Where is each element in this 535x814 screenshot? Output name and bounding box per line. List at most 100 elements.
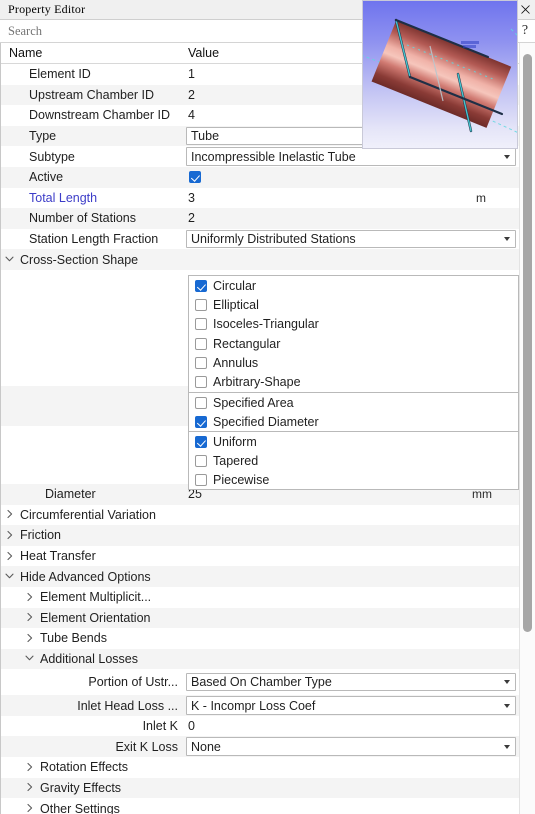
group-value-empty xyxy=(184,608,520,629)
variation-label: Uniform xyxy=(213,434,257,449)
table-row[interactable]: Portion of Ustr... Based On Chamber Type xyxy=(1,669,520,696)
group-element-orientation[interactable]: Element Orientation xyxy=(1,607,520,629)
chevron-right-icon[interactable] xyxy=(23,613,36,622)
table-row[interactable]: Subtype Incompressible Inelastic Tube xyxy=(1,146,520,167)
chevron-down-icon[interactable] xyxy=(23,654,36,663)
group-value-empty xyxy=(184,757,520,778)
table-row[interactable]: Station Length Fraction Uniformly Distri… xyxy=(1,228,520,250)
property-label: Total Length xyxy=(29,190,98,205)
table-row[interactable]: Total Length 3 m xyxy=(1,187,520,209)
group-element-multiplicity[interactable]: Element Multiplicit... xyxy=(1,586,520,608)
chevron-right-icon[interactable] xyxy=(3,551,16,560)
chevron-right-icon[interactable] xyxy=(3,510,16,519)
sizing-option[interactable]: Specified Area xyxy=(189,393,518,412)
chevron-right-icon[interactable] xyxy=(3,530,16,539)
variation-checkbox[interactable] xyxy=(195,474,207,487)
variation-checkbox[interactable] xyxy=(195,435,207,448)
variation-option[interactable]: Piecewise xyxy=(189,471,518,490)
portion-of-upstream-value: Based On Chamber Type xyxy=(191,675,332,690)
variation-option[interactable]: Tapered xyxy=(189,451,518,470)
chevron-right-icon[interactable] xyxy=(23,783,36,792)
group-value-empty xyxy=(184,505,520,526)
station-length-fraction-value: Uniformly Distributed Stations xyxy=(191,232,356,246)
property-value[interactable]: 4 xyxy=(184,108,195,122)
property-label: Downstream Chamber ID xyxy=(29,108,171,123)
tube-body xyxy=(371,20,512,128)
variation-options-panel: Uniform Tapered Piecewise xyxy=(188,431,519,490)
chevron-down-icon[interactable] xyxy=(3,572,16,581)
portion-of-upstream-combobox[interactable]: Based On Chamber Type xyxy=(186,672,516,692)
chevron-right-icon[interactable] xyxy=(23,803,36,813)
group-additional-losses[interactable]: Additional Losses xyxy=(1,648,520,670)
scrollbar-thumb[interactable] xyxy=(523,54,532,632)
shape-label: Isoceles-Triangular xyxy=(213,317,319,332)
table-row[interactable]: Inlet Head Loss ... K - Incompr Loss Coe… xyxy=(1,695,520,716)
shape-option[interactable]: Annulus xyxy=(189,353,518,372)
table-row[interactable]: Inlet K 0 xyxy=(1,715,520,737)
group-heat-transfer[interactable]: Heat Transfer xyxy=(1,545,520,567)
property-label: Inlet Head Loss ... xyxy=(77,698,178,713)
shape-checkbox[interactable] xyxy=(195,318,207,331)
tube-model xyxy=(363,18,517,133)
chevron-right-icon[interactable] xyxy=(23,592,36,601)
unit-label: m xyxy=(476,190,486,205)
shape-option[interactable]: Elliptical xyxy=(189,295,518,314)
close-icon[interactable] xyxy=(520,3,531,16)
table-row[interactable]: Number of Stations 2 xyxy=(1,208,520,229)
group-value-empty xyxy=(184,566,520,587)
shape-option[interactable]: Isoceles-Triangular xyxy=(189,315,518,334)
shape-option[interactable]: Arbitrary-Shape xyxy=(189,372,518,391)
3d-model-viewport[interactable] xyxy=(362,0,518,149)
property-value[interactable]: 2 xyxy=(184,211,195,225)
group-circumferential-variation[interactable]: Circumferential Variation xyxy=(1,504,520,526)
sizing-label: Specified Area xyxy=(213,395,294,410)
shape-option[interactable]: Circular xyxy=(189,276,518,295)
sizing-checkbox[interactable] xyxy=(195,415,207,428)
variation-label: Tapered xyxy=(213,453,259,468)
shape-checkbox[interactable] xyxy=(195,356,207,369)
vertical-scrollbar[interactable] xyxy=(519,43,535,814)
table-row[interactable]: Active xyxy=(1,166,520,188)
chevron-down-icon[interactable] xyxy=(3,255,16,264)
active-checkbox[interactable] xyxy=(189,171,201,184)
subtype-combobox[interactable]: Incompressible Inelastic Tube xyxy=(186,147,516,166)
chevron-right-icon[interactable] xyxy=(23,633,36,642)
sizing-options-panel: Specified Area Specified Diameter xyxy=(188,392,519,432)
group-cross-section-shape[interactable]: Cross-Section Shape xyxy=(1,249,520,270)
property-value[interactable]: 1 xyxy=(184,67,195,81)
property-value[interactable]: 3 xyxy=(184,191,195,205)
shape-checkbox[interactable] xyxy=(195,337,207,350)
group-label: Element Orientation xyxy=(40,610,151,625)
inlet-head-loss-combobox[interactable]: K - Incompr Loss Coef xyxy=(186,696,516,715)
group-gravity-effects[interactable]: Gravity Effects xyxy=(1,777,520,799)
group-rotation-effects[interactable]: Rotation Effects xyxy=(1,757,520,778)
group-value-empty xyxy=(184,628,520,649)
group-other-settings[interactable]: Other Settings xyxy=(1,798,520,814)
group-friction[interactable]: Friction xyxy=(1,525,520,546)
variation-checkbox[interactable] xyxy=(195,454,207,467)
group-label: Cross-Section Shape xyxy=(20,252,139,267)
group-value-empty xyxy=(184,798,520,814)
help-icon[interactable]: ? xyxy=(515,23,535,39)
shape-checkbox[interactable] xyxy=(195,298,207,311)
property-label: Exit K Loss xyxy=(115,739,178,754)
shape-checkbox[interactable] xyxy=(195,376,207,389)
group-tube-bends[interactable]: Tube Bends xyxy=(1,628,520,649)
group-label: Other Settings xyxy=(40,801,120,814)
property-value[interactable]: 0 xyxy=(184,719,195,733)
property-label: Diameter xyxy=(45,487,96,502)
group-hide-advanced-options[interactable]: Hide Advanced Options xyxy=(1,566,520,587)
chevron-right-icon[interactable] xyxy=(23,762,36,771)
property-label: Type xyxy=(29,129,57,144)
shape-checkbox[interactable] xyxy=(195,279,207,292)
variation-option[interactable]: Uniform xyxy=(189,432,518,451)
property-label: Element ID xyxy=(29,67,91,82)
station-length-fraction-combobox[interactable]: Uniformly Distributed Stations xyxy=(186,229,516,249)
sizing-checkbox[interactable] xyxy=(195,396,207,409)
subtype-combobox-value: Incompressible Inelastic Tube xyxy=(191,149,356,164)
sizing-option[interactable]: Specified Diameter xyxy=(189,412,518,431)
table-row[interactable]: Exit K Loss None xyxy=(1,736,520,758)
property-value[interactable]: 2 xyxy=(184,88,195,102)
shape-option[interactable]: Rectangular xyxy=(189,334,518,353)
exit-k-loss-combobox[interactable]: None xyxy=(186,737,516,756)
